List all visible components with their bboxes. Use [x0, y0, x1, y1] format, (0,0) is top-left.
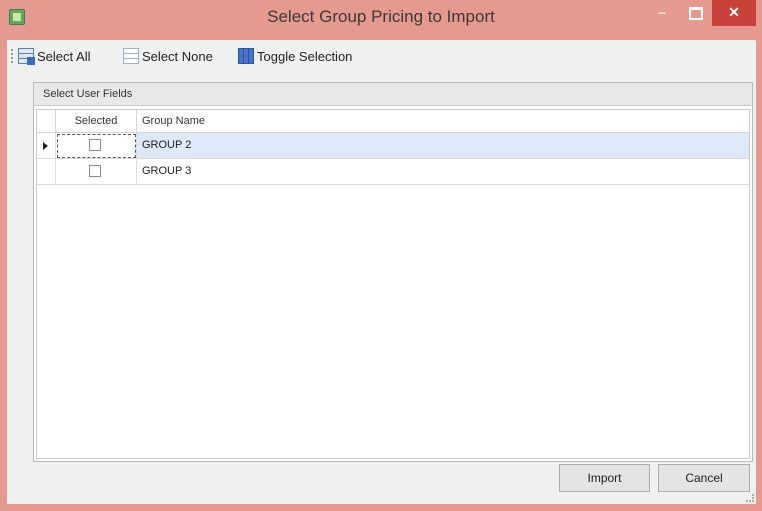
table-row[interactable]: GROUP 3	[37, 159, 749, 185]
select-all-label: Select All	[37, 48, 91, 64]
group-name-cell[interactable]: GROUP 2	[137, 133, 749, 159]
row-indicator-header	[37, 110, 56, 133]
dialog-client: Select All Select None Toggle Selection …	[7, 40, 756, 504]
group-title: Select User Fields	[34, 83, 752, 106]
import-button[interactable]: Import	[559, 464, 650, 492]
toolbar: Select All Select None Toggle Selection	[7, 40, 756, 70]
row-indicator	[37, 133, 56, 159]
select-none-button[interactable]: Select None	[123, 46, 213, 66]
cancel-button[interactable]: Cancel	[658, 464, 750, 492]
table-row[interactable]: GROUP 2	[37, 133, 749, 159]
maximize-icon	[689, 7, 703, 20]
selected-cell[interactable]	[56, 133, 137, 159]
group-grid[interactable]: Selected Group Name GROUP 2 GROUP 3	[36, 109, 750, 459]
select-all-button[interactable]: Select All	[18, 46, 90, 66]
user-fields-group: Select User Fields Selected Group Name G…	[33, 82, 753, 462]
minimize-button[interactable]: –	[648, 0, 676, 26]
column-header-group-name[interactable]: Group Name	[137, 110, 749, 133]
select-none-label: Select None	[142, 48, 213, 64]
toggle-selection-label: Toggle Selection	[257, 48, 353, 64]
grid-toggle-icon	[238, 48, 254, 64]
close-button[interactable]: ✕	[712, 0, 756, 26]
resize-grip[interactable]	[746, 494, 754, 502]
current-row-arrow-icon	[43, 142, 48, 150]
title-bar[interactable]: Select Group Pricing to Import – ✕	[0, 0, 762, 40]
selected-checkbox[interactable]	[89, 139, 101, 151]
dialog-window: Select Group Pricing to Import – ✕ Selec…	[0, 0, 762, 511]
row-indicator	[37, 159, 56, 185]
maximize-button[interactable]	[682, 0, 710, 26]
selected-checkbox[interactable]	[89, 165, 101, 177]
column-header-selected[interactable]: Selected	[56, 110, 137, 133]
grid-select-none-icon	[123, 48, 139, 64]
toggle-selection-button[interactable]: Toggle Selection	[238, 46, 352, 66]
selected-cell[interactable]	[56, 159, 137, 185]
grid-select-all-icon	[18, 48, 35, 65]
group-name-cell[interactable]: GROUP 3	[137, 159, 749, 185]
toolbar-grip[interactable]	[11, 49, 15, 63]
